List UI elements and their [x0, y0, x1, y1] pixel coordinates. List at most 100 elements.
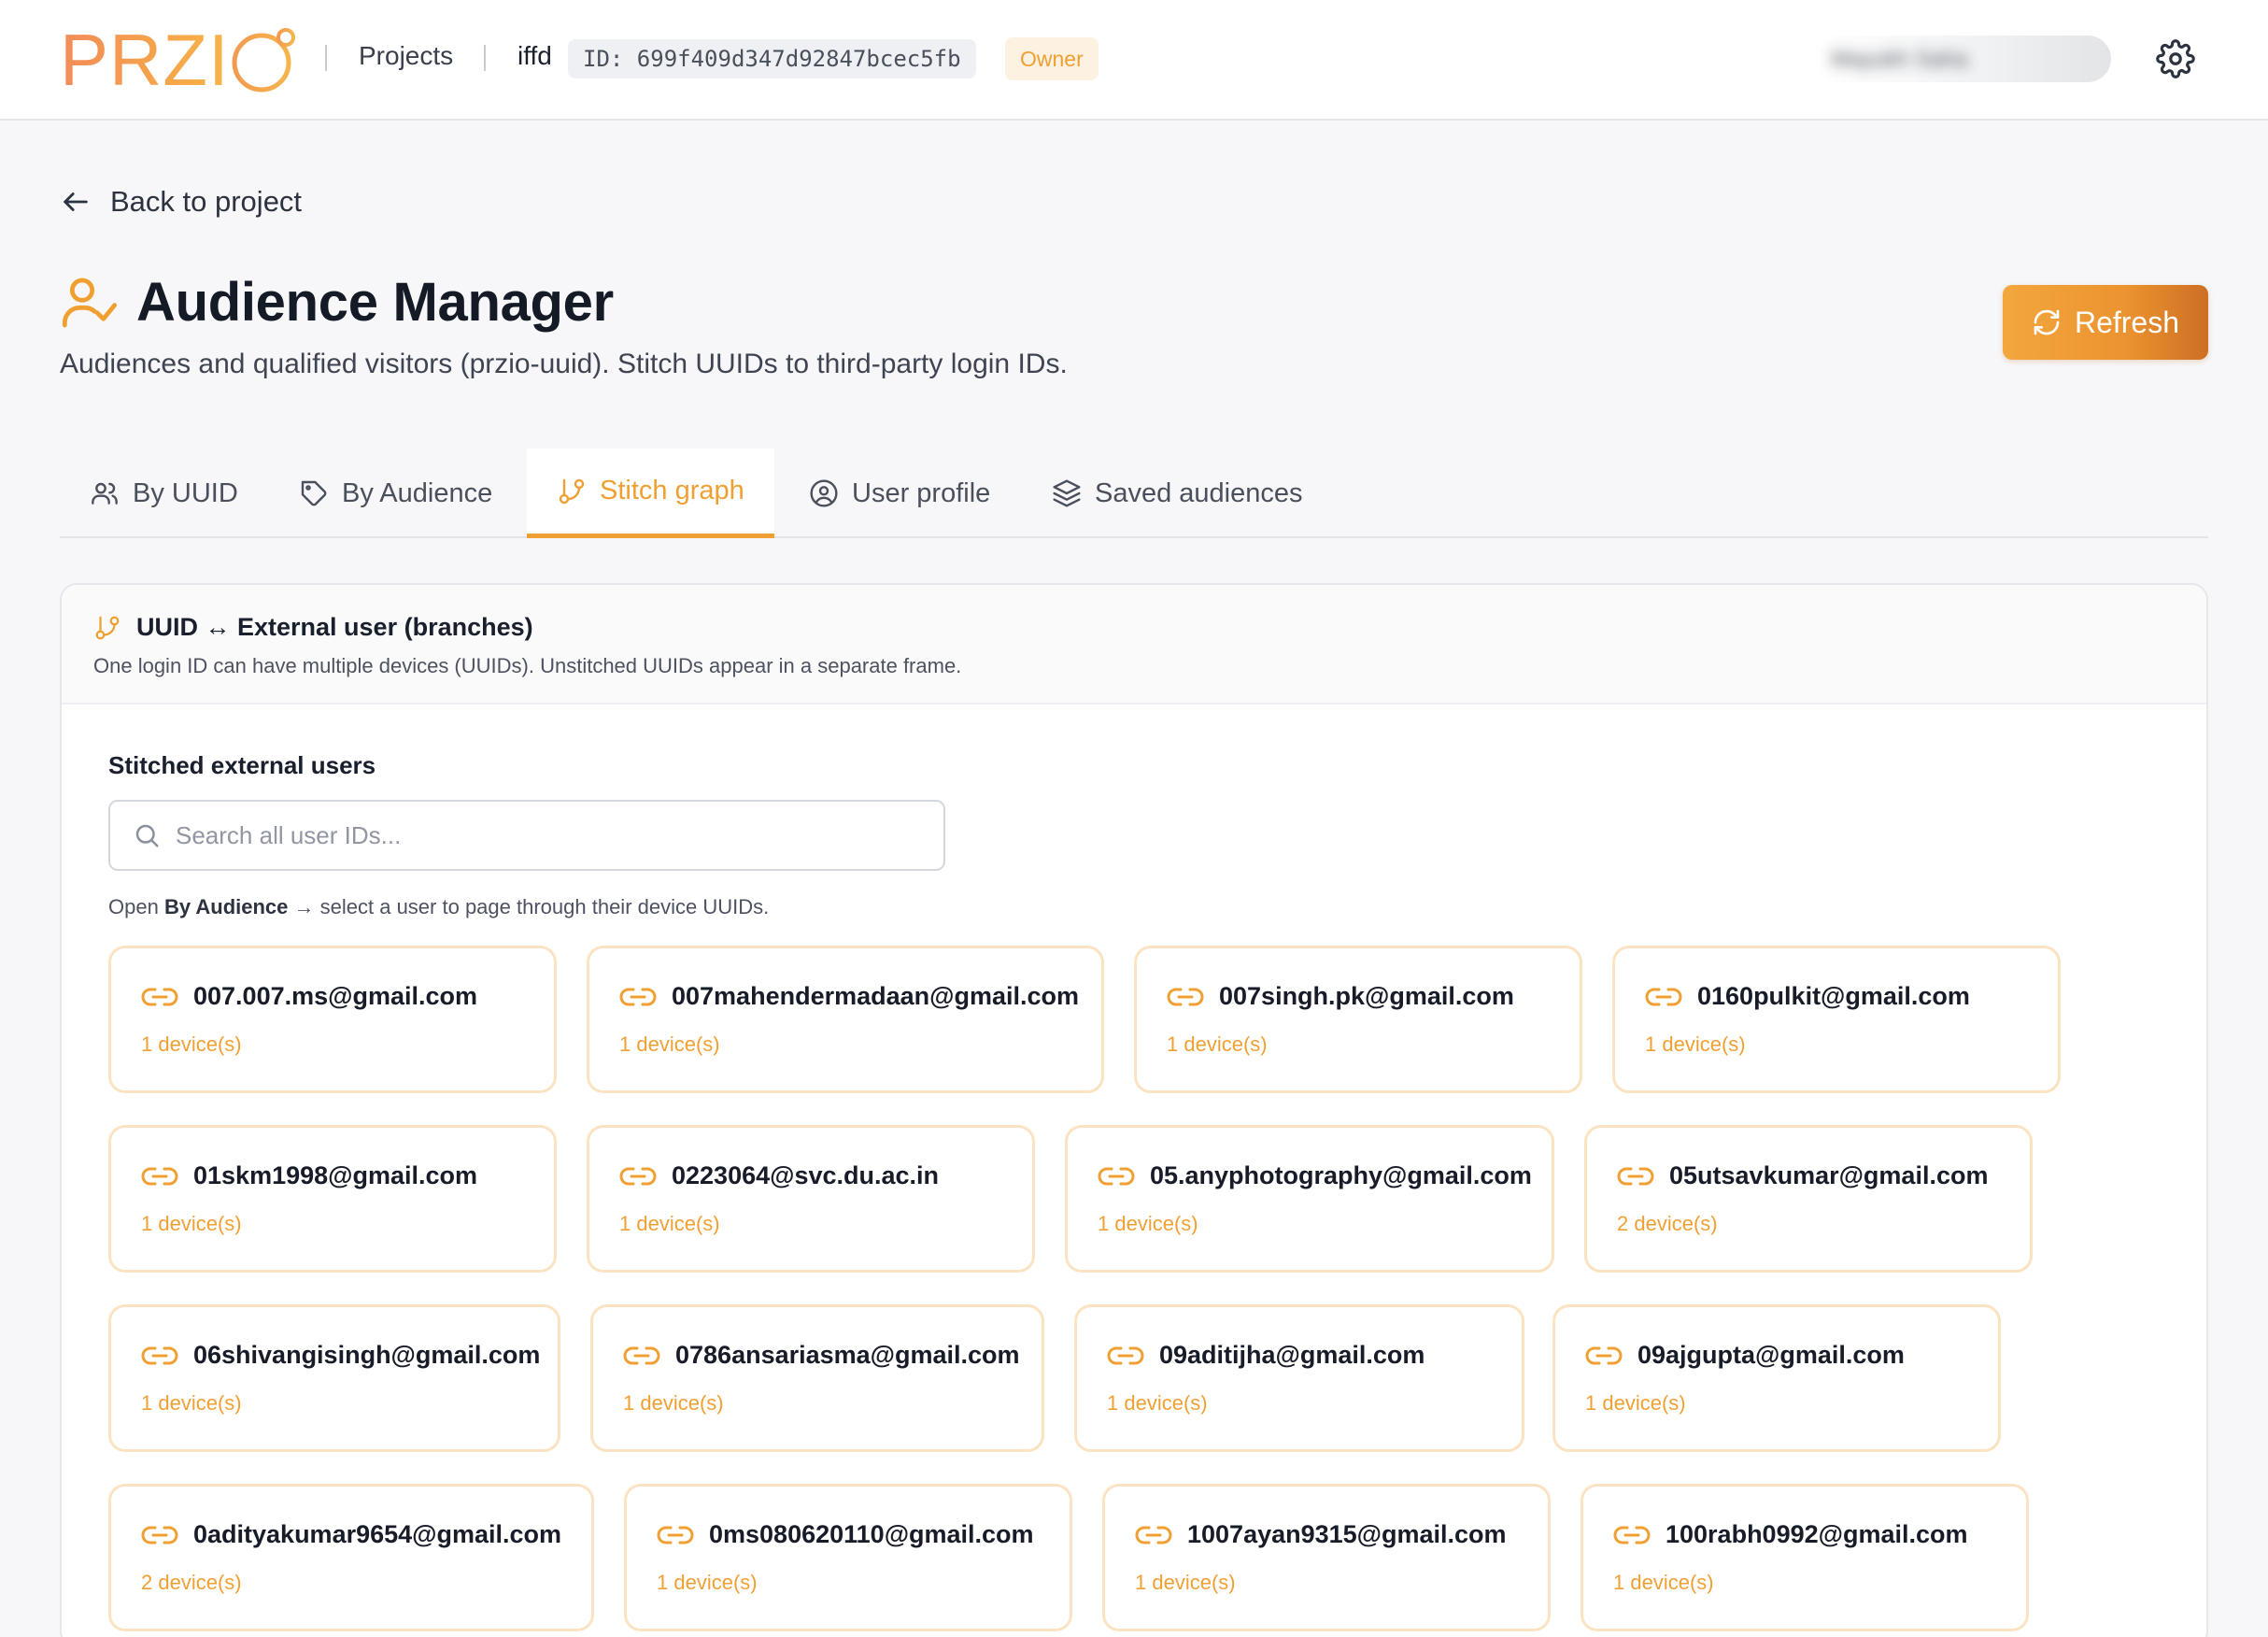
device-count: 1 device(s)	[1613, 1571, 1714, 1594]
device-count: 1 device(s)	[1098, 1212, 1198, 1235]
user-card[interactable]: 0adityakumar9654@gmail.com 2 device(s)	[108, 1484, 594, 1631]
breadcrumb-project-name: iffd	[517, 41, 552, 70]
user-circle-icon	[810, 479, 838, 507]
hint-audience-link: By Audience	[163, 895, 289, 918]
link-icon	[619, 1167, 657, 1185]
user-card[interactable]: 007singh.pk@gmail.com 1 device(s)	[1134, 946, 1582, 1093]
breadcrumb-separator	[484, 45, 486, 71]
logo-text: PRZI	[60, 19, 230, 101]
role-badge: Owner	[1005, 37, 1099, 80]
search-input[interactable]	[176, 820, 923, 850]
user-card[interactable]: 1007ayan9315@gmail.com 1 device(s)	[1102, 1484, 1551, 1631]
device-count: 1 device(s)	[141, 1391, 242, 1415]
tab-user-profile[interactable]: User profile	[779, 448, 1020, 538]
link-icon	[1617, 1167, 1654, 1185]
user-name: Mayukh Saha	[1831, 47, 1968, 72]
back-link-label: Back to project	[110, 185, 303, 218]
user-email: 0786ansariasma@gmail.com	[675, 1341, 1020, 1369]
user-card[interactable]: 0223064@svc.du.ac.in 1 device(s)	[587, 1125, 1035, 1273]
hint-suffix: → select a user to page through their de…	[293, 895, 770, 918]
arrow-left-icon	[64, 192, 88, 211]
user-card[interactable]: 0ms080620110@gmail.com 1 device(s)	[624, 1484, 1072, 1631]
user-email: 0ms080620110@gmail.com	[709, 1520, 1034, 1548]
device-count: 1 device(s)	[1167, 1032, 1268, 1056]
tab-label: Stitch graph	[600, 476, 744, 505]
user-email: 0160pulkit@gmail.com	[1697, 982, 1970, 1010]
user-email: 100rabh0992@gmail.com	[1666, 1520, 1968, 1548]
user-email: 09ajgupta@gmail.com	[1637, 1341, 1905, 1369]
user-card[interactable]: 01skm1998@gmail.com 1 device(s)	[108, 1125, 557, 1273]
git-branch-icon	[559, 478, 585, 504]
link-icon	[619, 988, 657, 1005]
link-icon	[623, 1346, 660, 1364]
device-count: 2 device(s)	[1617, 1212, 1718, 1235]
user-card[interactable]: 100rabh0992@gmail.com 1 device(s)	[1581, 1484, 2029, 1631]
hint-prefix: Open	[108, 895, 159, 918]
layers-icon	[1053, 479, 1081, 507]
user-email: 007mahendermadaan@gmail.com	[672, 982, 1079, 1010]
user-card[interactable]: 09aditijha@gmail.com 1 device(s)	[1074, 1304, 1524, 1452]
device-count: 1 device(s)	[141, 1212, 242, 1235]
project-id-chip: ID: 699f409d347d92847bcec5fb	[568, 39, 976, 78]
user-email: 007singh.pk@gmail.com	[1219, 982, 1514, 1010]
user-menu[interactable]: Mayukh Saha	[1812, 36, 2111, 82]
device-count: 1 device(s)	[1107, 1391, 1208, 1415]
back-to-project-link[interactable]: Back to project	[60, 181, 302, 222]
device-count: 1 device(s)	[619, 1032, 720, 1056]
tag-icon	[301, 480, 327, 506]
user-email: 06shivangisingh@gmail.com	[193, 1341, 541, 1369]
user-card[interactable]: 09ajgupta@gmail.com 1 device(s)	[1552, 1304, 2001, 1452]
link-icon	[141, 1346, 178, 1364]
gear-icon	[2156, 39, 2195, 78]
hint-text: Open By Audience → select a user to page…	[108, 895, 769, 919]
user-card[interactable]: 0786ansariasma@gmail.com 1 device(s)	[590, 1304, 1044, 1452]
tab-stitch-graph[interactable]: Stitch graph	[527, 448, 774, 538]
link-icon	[1167, 988, 1204, 1005]
link-icon	[1645, 988, 1682, 1005]
device-count: 2 device(s)	[141, 1571, 242, 1594]
device-count: 1 device(s)	[657, 1571, 758, 1594]
tab-label: Saved audiences	[1095, 477, 1303, 508]
user-card[interactable]: 007.007.ms@gmail.com 1 device(s)	[108, 946, 557, 1093]
user-card[interactable]: 05utsavkumar@gmail.com 2 device(s)	[1584, 1125, 2033, 1273]
section-label: Stitched external users	[108, 751, 376, 779]
device-count: 1 device(s)	[619, 1212, 720, 1235]
link-icon	[141, 988, 178, 1005]
settings-button[interactable]	[2156, 39, 2195, 78]
user-email: 1007ayan9315@gmail.com	[1187, 1520, 1507, 1548]
refresh-button[interactable]: Refresh	[2003, 285, 2208, 360]
link-icon	[1098, 1167, 1135, 1185]
search-box	[108, 800, 945, 871]
device-count: 1 device(s)	[141, 1032, 242, 1056]
user-email: 05.anyphotography@gmail.com	[1150, 1161, 1532, 1189]
user-check-icon	[62, 278, 118, 327]
tab-label: By UUID	[133, 477, 238, 508]
link-icon	[141, 1526, 178, 1544]
link-icon	[1613, 1526, 1651, 1544]
page-header: Audience Manager	[60, 271, 614, 334]
breadcrumb-separator	[325, 45, 327, 71]
stitch-graph-panel: UUID ↔ External user (branches) One logi…	[60, 583, 2208, 1637]
tab-by-audience[interactable]: By Audience	[269, 448, 522, 538]
user-email: 09aditijha@gmail.com	[1159, 1341, 1425, 1369]
user-email: 0adityakumar9654@gmail.com	[193, 1520, 562, 1548]
user-card[interactable]: 007mahendermadaan@gmail.com 1 device(s)	[587, 946, 1104, 1093]
device-count: 1 device(s)	[623, 1391, 724, 1415]
device-count: 1 device(s)	[1585, 1391, 1686, 1415]
users-icon	[92, 482, 118, 505]
panel-header: UUID ↔ External user (branches) One logi…	[62, 585, 2206, 705]
panel-title: UUID ↔ External user (branches)	[136, 613, 533, 641]
page-subtitle: Audiences and qualified visitors (przio-…	[60, 349, 1068, 379]
user-card[interactable]: 06shivangisingh@gmail.com 1 device(s)	[108, 1304, 560, 1452]
page-title: Audience Manager	[136, 272, 614, 333]
link-icon	[1107, 1346, 1144, 1364]
link-icon	[1585, 1346, 1623, 1364]
user-card[interactable]: 0160pulkit@gmail.com 1 device(s)	[1612, 946, 2061, 1093]
przio-logo[interactable]: PRZI	[60, 19, 299, 101]
user-card[interactable]: 05.anyphotography@gmail.com 1 device(s)	[1065, 1125, 1554, 1273]
tab-by-uuid[interactable]: By UUID	[60, 448, 268, 538]
breadcrumb-projects-link[interactable]: Projects	[359, 41, 453, 71]
user-email: 0223064@svc.du.ac.in	[672, 1161, 940, 1189]
user-email: 05utsavkumar@gmail.com	[1669, 1161, 1989, 1189]
tab-saved-audiences[interactable]: Saved audiences	[1022, 448, 1333, 538]
